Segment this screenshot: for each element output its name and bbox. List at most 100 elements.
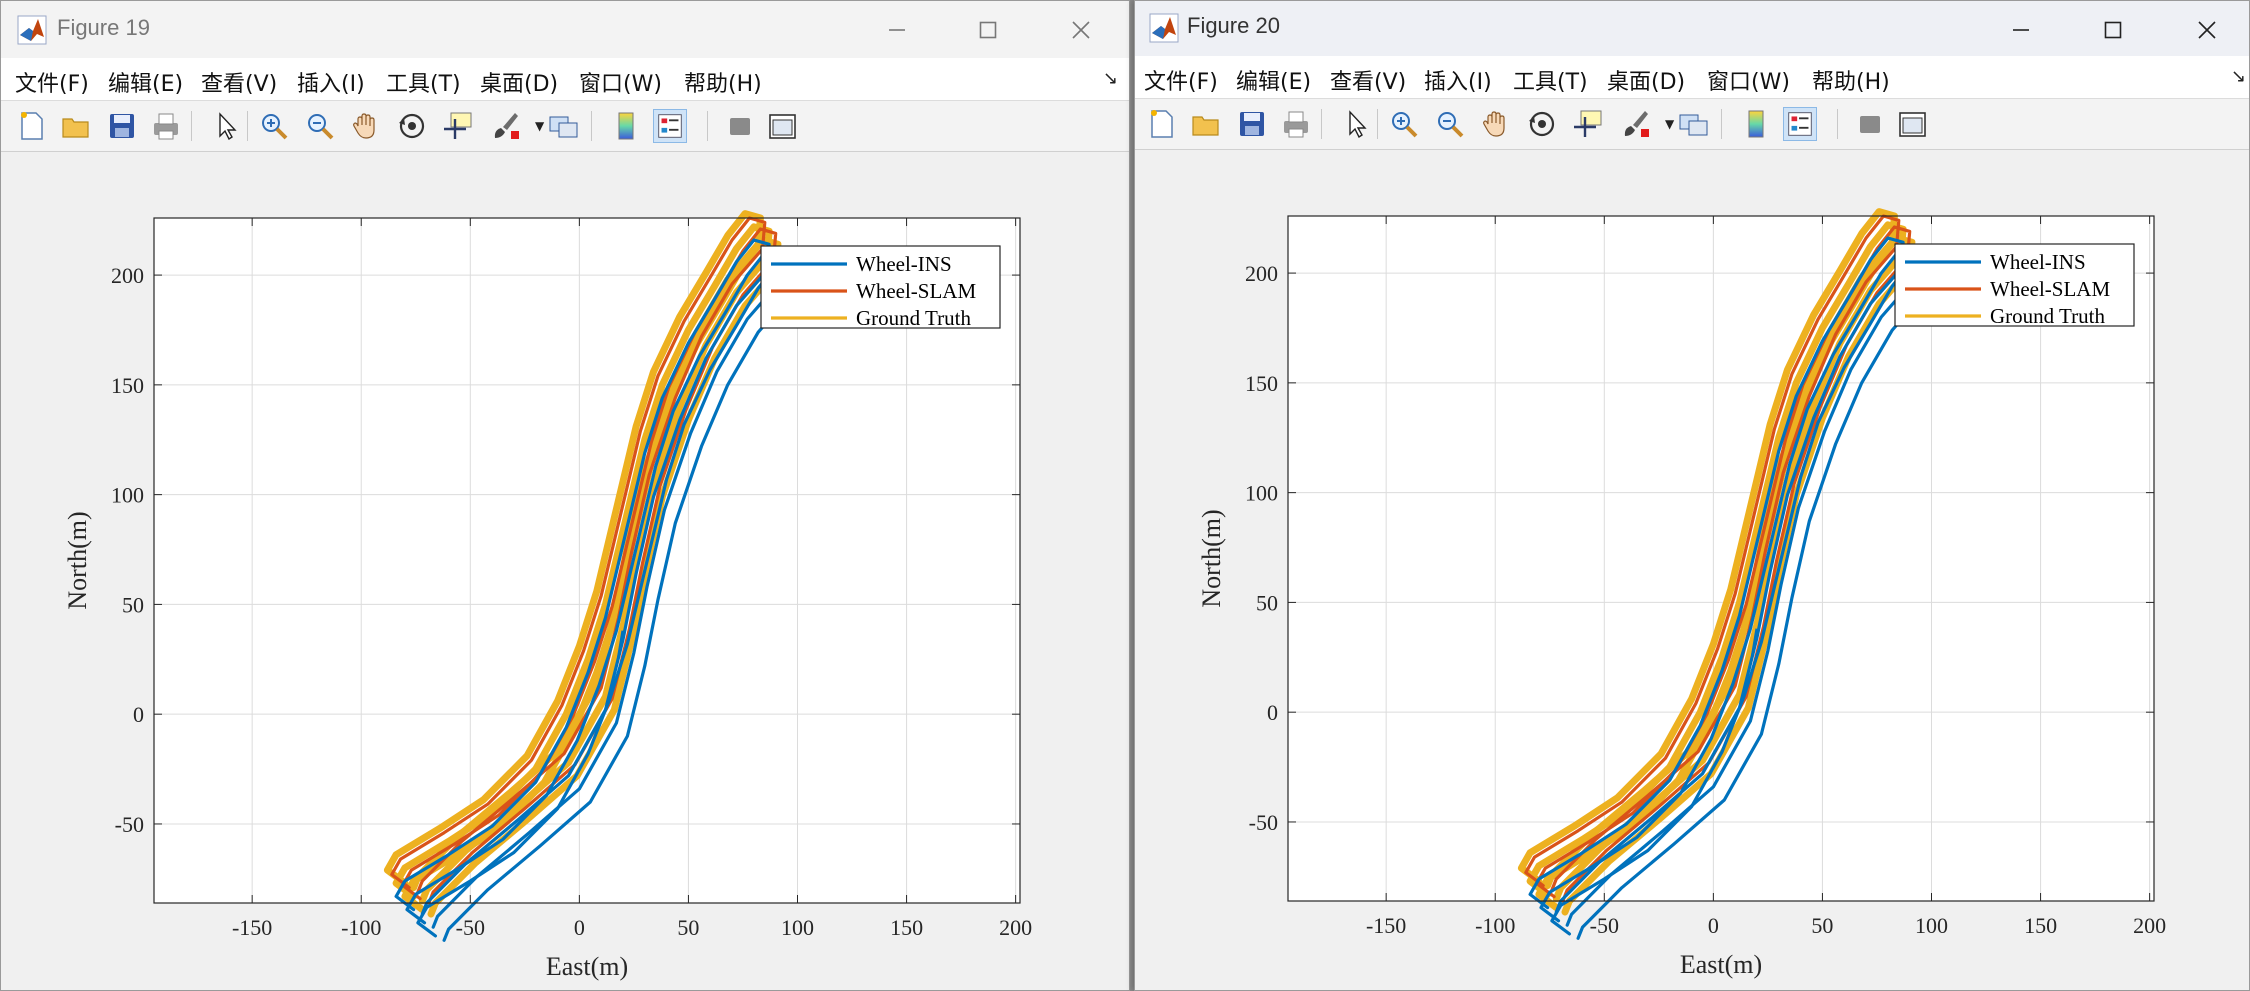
toolbar-separator <box>1321 109 1322 139</box>
menu-view[interactable]: 查看(V) <box>201 66 277 98</box>
maximize-button[interactable] <box>956 1 1020 58</box>
y-tick-label: 150 <box>111 373 144 398</box>
window-title: Figure 20 <box>1187 13 1280 38</box>
menu-insert[interactable]: 插入(I) <box>1424 64 1492 96</box>
y-tick-label: 150 <box>1245 371 1278 396</box>
plot-area[interactable]: -150 -100 -50 0 50 100 150 200 -50 0 50 100 150 200 Ea… <box>1135 150 2250 991</box>
data-cursor-icon[interactable] <box>441 109 475 143</box>
zoom-in-icon[interactable] <box>257 109 291 143</box>
zoom-out-icon[interactable] <box>303 109 337 143</box>
zoom-in-icon[interactable] <box>1387 107 1421 141</box>
legend-icon[interactable] <box>653 109 687 143</box>
title-bar[interactable]: Figure 19 <box>1 1 1129 58</box>
menu-edit[interactable]: 编辑(E) <box>108 66 183 98</box>
x-tick-label: -100 <box>1475 913 1515 938</box>
data-cursor-icon[interactable] <box>1571 107 1605 141</box>
x-tick-label: 0 <box>1708 913 1719 938</box>
menu-bar: 文件(F) 编辑(E) 查看(V) 插入(I) 工具(T) 桌面(D) 窗口(W… <box>1135 56 2249 99</box>
x-tick-label: 200 <box>2133 913 2166 938</box>
hide-plot-tools-icon[interactable] <box>723 109 757 143</box>
y-tick-label: 200 <box>111 263 144 288</box>
maximize-button[interactable] <box>2081 1 2145 58</box>
close-icon <box>1072 20 1090 39</box>
plot-area[interactable]: -150 -100 -50 0 50 100 150 200 -50 0 50 100 150 200 Ea… <box>1 152 1130 991</box>
x-tick-label: -50 <box>456 915 485 940</box>
x-axis-label: East(m) <box>1680 950 1762 979</box>
matlab-logo-icon <box>17 15 47 45</box>
zoom-out-icon[interactable] <box>1433 107 1467 141</box>
minimize-button[interactable] <box>1989 1 2053 58</box>
brush-icon[interactable] <box>1619 107 1653 141</box>
x-tick-label: 150 <box>2024 913 2057 938</box>
link-plot-icon[interactable] <box>1677 107 1711 141</box>
colorbar-icon[interactable] <box>1739 107 1773 141</box>
dock-figure-icon[interactable]: ↘ <box>1103 68 1118 89</box>
figure-toolbar: ▼ <box>1 101 1129 152</box>
colorbar-icon[interactable] <box>609 109 643 143</box>
menu-window[interactable]: 窗口(W) <box>579 66 662 98</box>
y-tick-label: -50 <box>115 812 144 837</box>
toolbar-separator <box>707 111 708 141</box>
menu-desktop[interactable]: 桌面(D) <box>480 66 558 98</box>
toolbar-separator <box>247 111 248 141</box>
menu-help[interactable]: 帮助(H) <box>1812 64 1890 96</box>
close-button[interactable] <box>2175 1 2239 58</box>
menu-edit[interactable]: 编辑(E) <box>1236 64 1311 96</box>
dock-figure-icon[interactable]: ↘ <box>2231 66 2246 87</box>
new-figure-icon[interactable] <box>1145 107 1179 141</box>
toolbar-separator <box>1721 109 1722 139</box>
menu-desktop[interactable]: 桌面(D) <box>1607 64 1685 96</box>
x-tick-label: 150 <box>890 915 923 940</box>
figure-toolbar: ▼ <box>1135 99 2249 150</box>
pan-icon[interactable] <box>349 109 383 143</box>
menu-file[interactable]: 文件(F) <box>1144 64 1218 96</box>
minimize-button[interactable] <box>865 1 929 58</box>
save-icon[interactable] <box>105 109 139 143</box>
figure-window-20[interactable]: Figure 20 文件(F) 编辑(E) 查看(V) 插入(I) 工具(T) … <box>1134 0 2250 991</box>
legend-entry: Wheel-SLAM <box>1990 277 2110 301</box>
legend-entry: Wheel-INS <box>856 252 952 276</box>
matlab-logo-icon <box>1149 13 1179 43</box>
x-tick-label: 50 <box>677 915 699 940</box>
x-tick-label: 200 <box>999 915 1032 940</box>
save-icon[interactable] <box>1235 107 1269 141</box>
legend-entry: Wheel-SLAM <box>856 279 976 303</box>
legend-icon[interactable] <box>1783 107 1817 141</box>
rotate-3d-icon[interactable] <box>395 109 429 143</box>
brush-dropdown-icon[interactable]: ▼ <box>1665 117 1674 131</box>
brush-icon[interactable] <box>489 109 523 143</box>
x-tick-label: 100 <box>1915 913 1948 938</box>
x-tick-label: 50 <box>1811 913 1833 938</box>
menu-help[interactable]: 帮助(H) <box>684 66 762 98</box>
close-button[interactable] <box>1049 1 1113 58</box>
menu-file[interactable]: 文件(F) <box>15 66 89 98</box>
rotate-3d-icon[interactable] <box>1525 107 1559 141</box>
pointer-icon[interactable] <box>209 109 243 143</box>
print-icon[interactable] <box>149 109 183 143</box>
menu-insert[interactable]: 插入(I) <box>297 66 365 98</box>
hide-plot-tools-icon[interactable] <box>1853 107 1887 141</box>
show-plot-tools-icon[interactable] <box>765 109 799 143</box>
figure-window-19[interactable]: Figure 19 文件(F) 编辑(E) 查看(V) 插入(I) 工具(T) … <box>0 0 1130 991</box>
pan-icon[interactable] <box>1479 107 1513 141</box>
maximize-icon <box>2104 21 2122 38</box>
new-figure-icon[interactable] <box>15 109 49 143</box>
menu-view[interactable]: 查看(V) <box>1330 64 1406 96</box>
show-plot-tools-icon[interactable] <box>1895 107 1929 141</box>
open-file-icon[interactable] <box>59 109 93 143</box>
y-axis-label: North(m) <box>1197 509 1226 607</box>
menu-tools[interactable]: 工具(T) <box>1513 64 1588 96</box>
menu-window[interactable]: 窗口(W) <box>1707 64 1790 96</box>
window-title: Figure 19 <box>57 15 150 40</box>
title-bar[interactable]: Figure 20 <box>1135 1 2249 58</box>
legend-entry: Ground Truth <box>856 306 971 330</box>
y-tick-label: 200 <box>1245 261 1278 286</box>
pointer-icon[interactable] <box>1339 107 1373 141</box>
link-plot-icon[interactable] <box>547 109 581 143</box>
y-axis-label: North(m) <box>63 511 92 609</box>
y-tick-label: 100 <box>1245 481 1278 506</box>
print-icon[interactable] <box>1279 107 1313 141</box>
brush-dropdown-icon[interactable]: ▼ <box>535 119 544 133</box>
menu-tools[interactable]: 工具(T) <box>386 66 461 98</box>
open-file-icon[interactable] <box>1189 107 1223 141</box>
